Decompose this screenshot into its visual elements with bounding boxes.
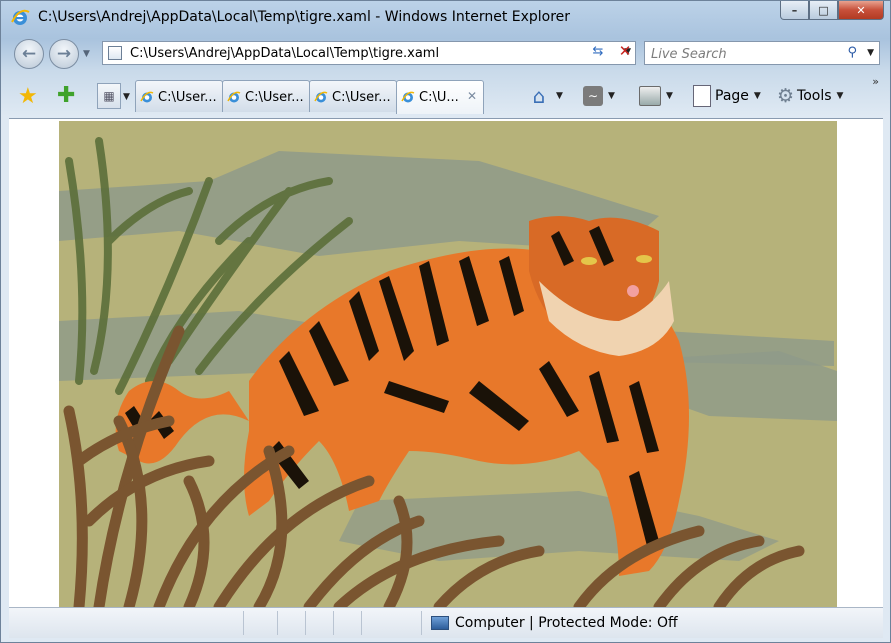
page-dropdown-icon: ▼: [753, 91, 761, 101]
search-input[interactable]: Live Search: [651, 47, 727, 62]
title-bar: C:\Users\Andrej\AppData\Local\Temp\tigre…: [1, 1, 890, 35]
tools-menu-label: Tools: [797, 88, 832, 104]
search-icon[interactable]: ⚲: [847, 45, 857, 60]
feeds-button[interactable]: ∼ ▼: [583, 83, 615, 109]
quick-tabs-button[interactable]: ▦: [97, 83, 121, 109]
status-divider: [277, 611, 278, 635]
tiger-illustration: [59, 121, 837, 607]
address-bar[interactable]: C:\Users\Andrej\AppData\Local\Temp\tigre…: [102, 41, 636, 65]
page-menu-label: Page: [715, 88, 749, 104]
minimize-button[interactable]: –: [780, 1, 809, 20]
internet-explorer-icon: [11, 9, 30, 25]
caption-buttons: – □ ✕: [780, 1, 884, 20]
feeds-dropdown-icon[interactable]: ▼: [608, 91, 615, 101]
status-divider: [305, 611, 306, 635]
tab-close-icon[interactable]: ✕: [467, 89, 477, 103]
page-content: [9, 118, 883, 607]
internet-explorer-icon: [227, 91, 241, 103]
search-box[interactable]: Live Search ⚲ ▼: [644, 41, 880, 65]
tab-3[interactable]: C:\User...: [309, 80, 397, 112]
home-button[interactable]: ⌂ ▼: [527, 83, 563, 109]
gear-icon: ⚙: [777, 85, 795, 107]
tab-1[interactable]: C:\User...: [135, 80, 223, 112]
page-menu-button[interactable]: Page ▼: [693, 83, 761, 109]
address-input[interactable]: C:\Users\Andrej\AppData\Local\Temp\tigre…: [130, 46, 439, 61]
home-icon: ⌂: [532, 84, 546, 108]
printer-icon: [639, 86, 661, 106]
tools-dropdown-icon: ▼: [836, 91, 844, 101]
rss-feed-icon: ∼: [583, 86, 603, 106]
stop-icon[interactable]: ✕: [615, 42, 635, 62]
tab-label: C:\U...: [419, 90, 459, 105]
tab-label: C:\User...: [332, 90, 391, 105]
status-divider: [361, 611, 362, 635]
status-divider: [333, 611, 334, 635]
browser-window: C:\Users\Andrej\AppData\Local\Temp\tigre…: [0, 0, 891, 643]
tab-4-active[interactable]: C:\U... ✕: [396, 80, 484, 114]
page-icon: [693, 85, 711, 107]
status-divider: [421, 611, 422, 635]
address-row: ← → ▼ C:\Users\Andrej\AppData\Local\Temp…: [1, 37, 890, 73]
status-bar: Computer | Protected Mode: Off: [9, 607, 883, 638]
tab-2[interactable]: C:\User...: [222, 80, 310, 112]
internet-explorer-icon: [314, 91, 328, 103]
print-dropdown-icon[interactable]: ▼: [666, 91, 673, 101]
tab-list-dropdown[interactable]: ▼: [123, 92, 130, 102]
maximize-button[interactable]: □: [809, 1, 838, 20]
close-button[interactable]: ✕: [838, 1, 884, 20]
tab-row: ★ ✚ ▦ ▼ C:\User... C:\User... C:\User...…: [9, 75, 883, 117]
internet-explorer-icon: [401, 91, 415, 103]
home-dropdown-icon[interactable]: ▼: [556, 91, 563, 101]
search-dropdown-icon[interactable]: ▼: [867, 48, 874, 58]
refresh-icon[interactable]: ⇆: [588, 44, 608, 62]
tab-label: C:\User...: [158, 90, 217, 105]
internet-explorer-icon: [140, 91, 154, 103]
tools-menu-button[interactable]: ⚙ Tools ▼: [777, 83, 843, 109]
back-arrow-icon: ←: [21, 44, 37, 64]
quick-tabs-icon: ▦: [103, 89, 115, 103]
add-favorites-icon[interactable]: ✚: [57, 83, 75, 108]
forward-arrow-icon: →: [56, 44, 72, 64]
security-zone-text[interactable]: Computer | Protected Mode: Off: [455, 615, 678, 631]
page-icon: [108, 46, 122, 60]
toolbar-overflow-chevron[interactable]: »: [872, 75, 879, 88]
tab-label: C:\User...: [245, 90, 304, 105]
forward-button[interactable]: →: [49, 39, 79, 69]
window-title: C:\Users\Andrej\AppData\Local\Temp\tigre…: [38, 9, 571, 25]
print-button[interactable]: ▼: [639, 83, 673, 109]
computer-zone-icon: [431, 616, 449, 630]
favorites-star-icon[interactable]: ★: [18, 84, 38, 109]
status-divider: [243, 611, 244, 635]
back-button[interactable]: ←: [14, 39, 44, 69]
recent-pages-dropdown[interactable]: ▼: [83, 49, 90, 59]
